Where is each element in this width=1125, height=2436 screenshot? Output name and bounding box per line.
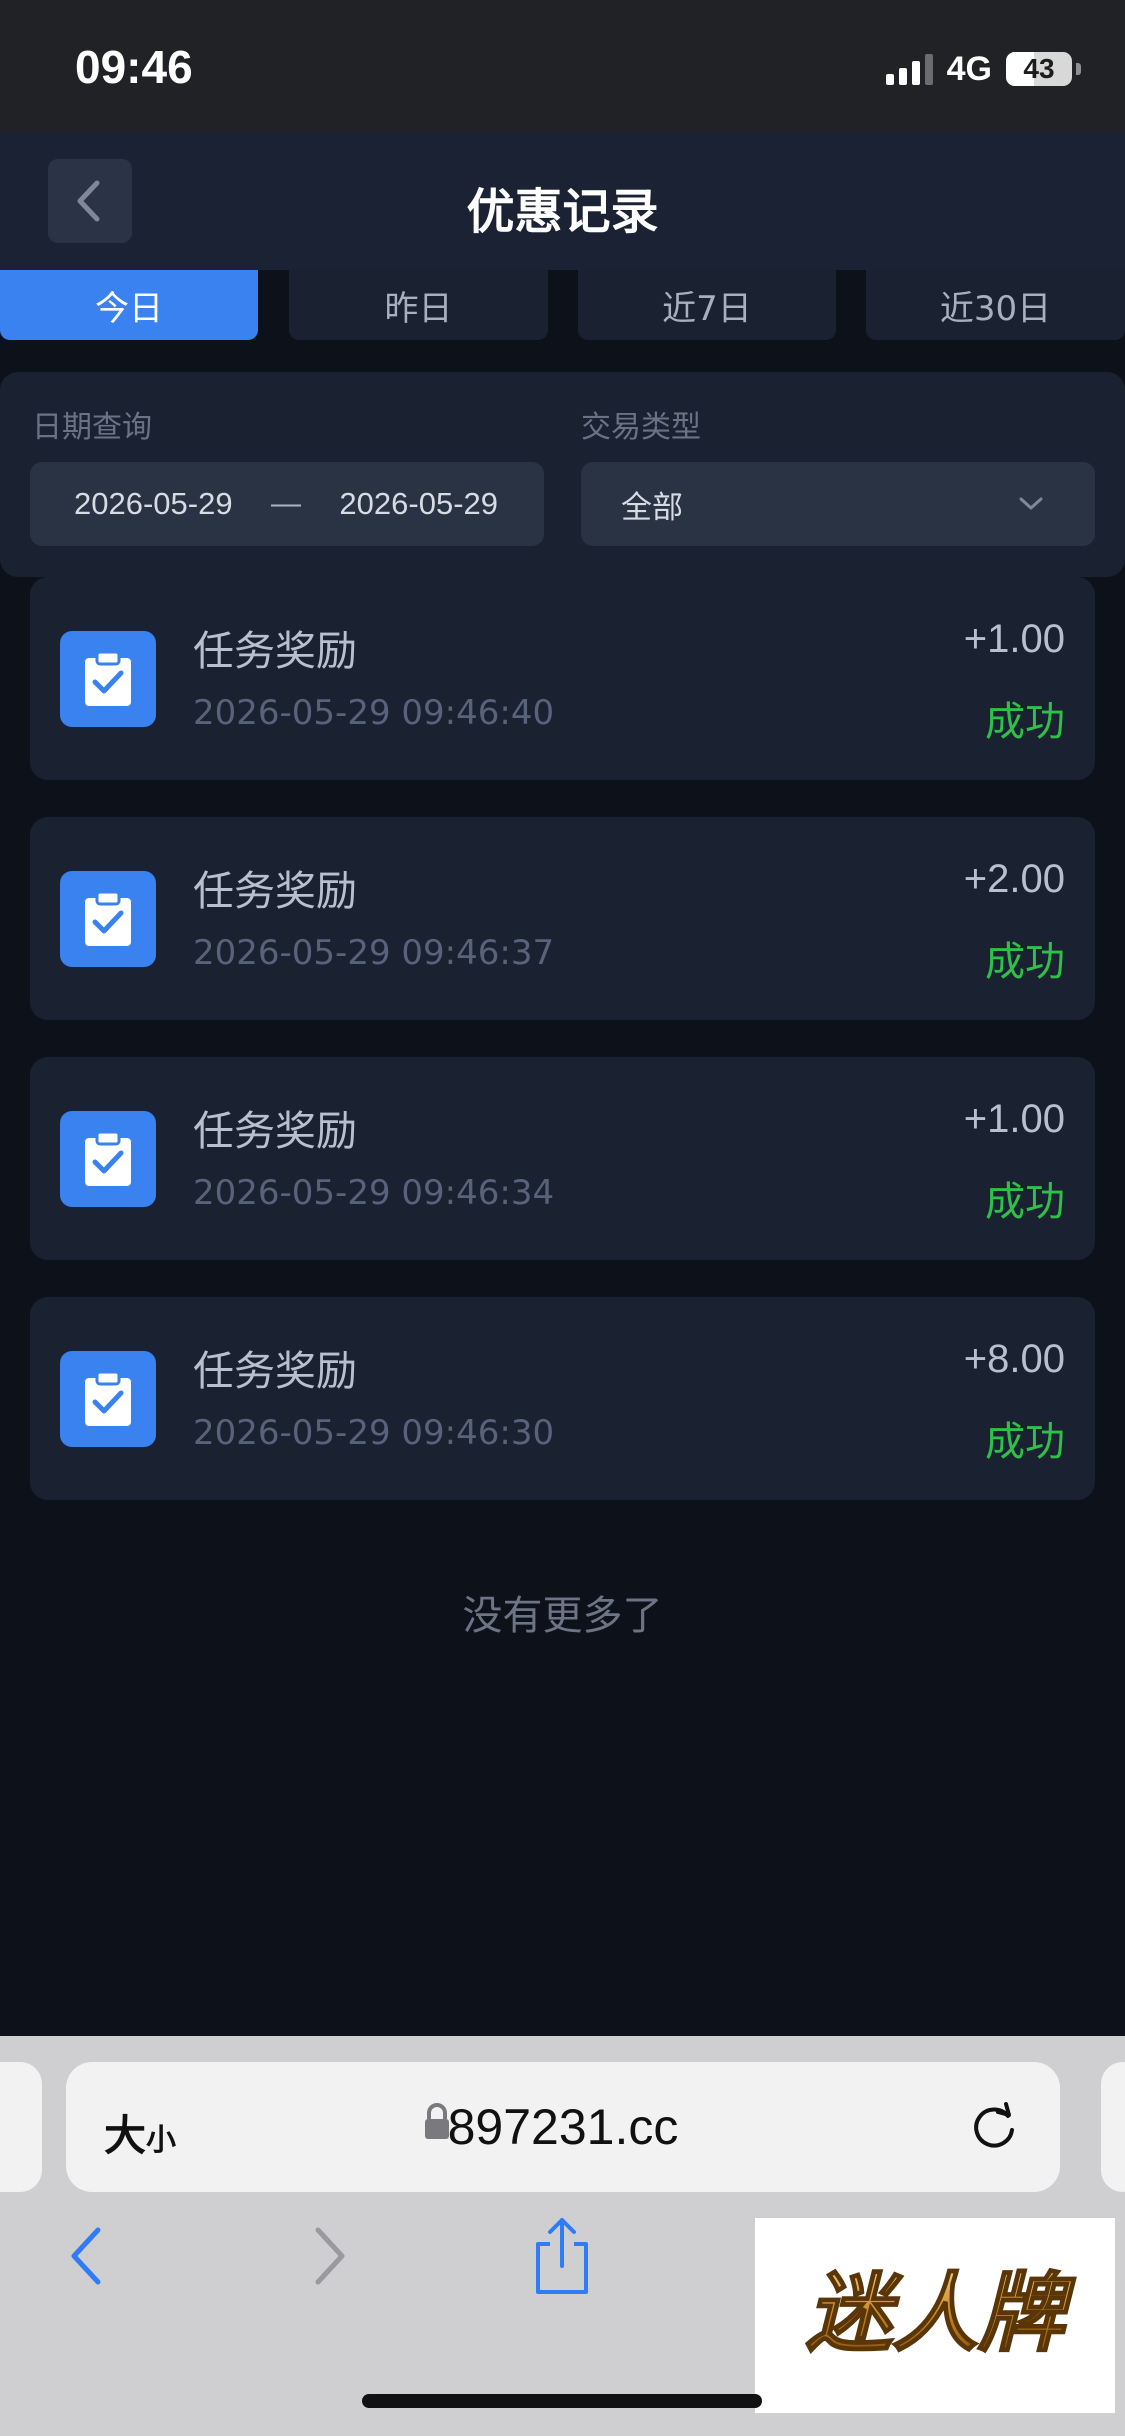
record-title: 任务奖励 (193, 867, 357, 915)
record-time: 2026-05-29 09:46:37 (193, 933, 555, 973)
record-amount: +2.00 (963, 857, 1065, 901)
transaction-type-select[interactable]: 全部 (581, 462, 1095, 546)
date-end: 2026-05-29 (339, 486, 498, 521)
back-arrow-icon[interactable] (66, 2224, 106, 2288)
status-bar: 09:46 4G 43 (0, 0, 1125, 132)
record-status: 成功 (985, 1419, 1065, 1465)
chevron-down-icon (1019, 497, 1043, 510)
list-item[interactable]: 任务奖励 2026-05-29 09:46:30 +8.00 成功 (30, 1297, 1095, 1500)
record-status: 成功 (985, 699, 1065, 745)
filter-panel: 日期查询 交易类型 2026-05-29 — 2026-05-29 全部 (0, 372, 1125, 577)
reload-icon[interactable] (968, 2100, 1020, 2154)
list-end-text: 没有更多了 (462, 1593, 663, 1639)
next-tab-peek[interactable] (1101, 2062, 1125, 2192)
record-amount: +1.00 (963, 617, 1065, 661)
record-title: 任务奖励 (193, 1107, 357, 1155)
record-time: 2026-05-29 09:46:34 (193, 1173, 555, 1213)
list-item[interactable]: 任务奖励 2026-05-29 09:46:37 +2.00 成功 (30, 817, 1095, 1020)
clipboard-check-icon (60, 1111, 156, 1207)
record-time: 2026-05-29 09:46:30 (193, 1413, 555, 1453)
record-time: 2026-05-29 09:46:40 (193, 693, 555, 733)
clipboard-check-icon (60, 871, 156, 967)
battery-level: 43 (1023, 53, 1055, 84)
record-status: 成功 (985, 1179, 1065, 1225)
clipboard-check-icon (60, 1351, 156, 1447)
date-range-tabs: 今日 昨日 近7日 近30日 (0, 270, 1125, 340)
tab-today[interactable]: 今日 (0, 270, 258, 340)
status-time: 09:46 (75, 41, 193, 93)
transaction-type-value: 全部 (621, 489, 683, 526)
address-bar[interactable]: 大小 897231.cc (66, 2062, 1060, 2192)
transaction-type-label: 交易类型 (581, 410, 701, 445)
page-title: 优惠记录 (466, 184, 659, 240)
date-range-picker[interactable]: 2026-05-29 — 2026-05-29 (30, 462, 544, 546)
record-status: 成功 (985, 939, 1065, 985)
list-item[interactable]: 任务奖励 2026-05-29 09:46:40 +1.00 成功 (30, 577, 1095, 780)
battery-cap (1076, 63, 1081, 75)
signal-icon (885, 53, 933, 85)
tab-yesterday[interactable]: 昨日 (289, 270, 548, 340)
network-type: 4G (946, 49, 992, 88)
clipboard-check-icon (60, 631, 156, 727)
date-separator: — (271, 487, 301, 520)
date-start: 2026-05-29 (74, 486, 233, 521)
svg-text:迷人牌: 迷人牌 (806, 2264, 1076, 2364)
record-amount: +8.00 (963, 1337, 1065, 1381)
watermark-logo: 迷人牌 (755, 2218, 1115, 2413)
battery-icon: 43 (1006, 52, 1072, 86)
url-text: 897231.cc (447, 2099, 679, 2155)
list-item[interactable]: 任务奖励 2026-05-29 09:46:34 +1.00 成功 (30, 1057, 1095, 1260)
share-icon[interactable] (530, 2214, 594, 2298)
tab-last-7-days[interactable]: 近7日 (578, 270, 836, 340)
previous-tab-peek[interactable] (0, 2062, 42, 2192)
home-indicator[interactable] (362, 2394, 762, 2408)
watermark-logo-image: 迷人牌 (805, 2263, 1077, 2365)
status-indicators: 4G 43 (885, 49, 1081, 88)
page-header: 优惠记录 (0, 132, 1125, 270)
record-amount: +1.00 (963, 1097, 1065, 1141)
record-title: 任务奖励 (193, 1347, 357, 1395)
date-query-label: 日期查询 (32, 410, 152, 445)
record-title: 任务奖励 (193, 627, 357, 675)
forward-arrow-icon[interactable] (310, 2224, 350, 2288)
tab-last-30-days[interactable]: 近30日 (866, 270, 1125, 340)
